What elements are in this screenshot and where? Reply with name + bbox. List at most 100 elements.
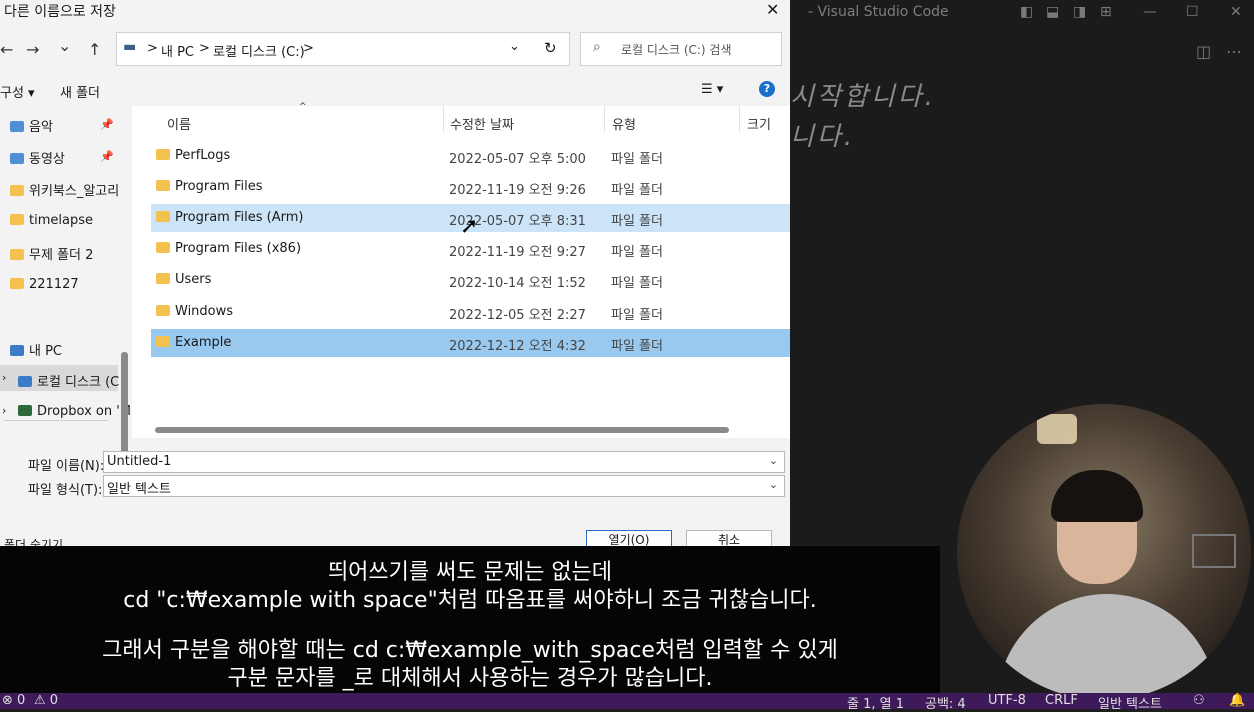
search-box[interactable]: ⌕ 로컬 디스크 (C:) 검색 [580,32,782,66]
breadcrumb-pc[interactable]: 내 PC [161,41,194,60]
column-header-type[interactable]: 유형 [612,114,636,133]
indentation[interactable]: 공백: 4 [925,693,966,712]
filetype-label: 파일 형식(T): [28,483,103,498]
column-divider [604,106,605,132]
breadcrumb-sep: > [303,41,314,56]
folder-icon [156,305,170,316]
layout-sidebar-icon[interactable]: ◧ [1020,4,1033,20]
folder-icon [156,273,170,284]
sidebar-divider [4,420,108,421]
folder-icon [10,278,24,289]
search-input[interactable]: 로컬 디스크 (C:) 검색 [621,41,732,58]
view-menu-icon[interactable]: ☰ ▾ [701,82,723,97]
forward-icon[interactable]: → [26,40,39,59]
music-folder-icon [10,121,24,132]
account-icon[interactable]: ⚇ [1193,693,1205,708]
subtitle-line-4: 구분 문자를 _로 대체해서 사용하는 경우가 많습니다. [227,666,713,691]
cursor-position[interactable]: 줄 1, 열 1 [847,693,904,712]
chevron-down-icon[interactable]: ⌄ [769,454,778,467]
back-icon[interactable]: ← [0,40,13,59]
warnings-count[interactable]: ⚠ 0 [34,693,58,708]
close-window-icon[interactable]: ✕ [1230,4,1242,20]
new-folder-button[interactable]: 새 폴더 [60,82,100,101]
layout-secondary-icon[interactable]: ◨ [1073,4,1086,20]
column-header-name[interactable]: 이름 [167,114,191,133]
pc-icon [10,345,24,356]
column-divider [739,106,740,132]
mouse-cursor-icon: ➚ [460,214,479,239]
customize-layout-icon[interactable]: ⊞ [1100,4,1112,20]
folder-icon [10,214,24,225]
filetype-select[interactable]: 일반 텍스트 ⌄ [103,475,785,497]
column-header-size[interactable]: 크기 [747,114,771,133]
expand-chevron-icon[interactable]: › [2,371,6,384]
editor-text-line-1: 시작합니다. [790,82,936,112]
webcam-overlay [957,404,1251,700]
sidebar-item-221127[interactable]: 221127 [10,277,79,292]
filename-label: 파일 이름(N): [28,459,105,474]
folder-icon [156,211,170,222]
sidebar-item-dropbox[interactable]: Dropbox on 'M [18,404,131,419]
encoding[interactable]: UTF-8 [988,693,1026,708]
table-row[interactable]: Example 2022-12-12 오전 4:32 파일 폴더 [151,329,790,357]
table-row[interactable]: Program Files (x86) 2022-11-19 오전 9:27 파일 … [151,235,790,263]
table-row[interactable]: PerfLogs 2022-05-07 오후 5:00 파일 폴더 [151,142,790,170]
file-list: 이름 ^ 수정한 날짜 유형 크기 PerfLogs 2022-05-07 오후 … [132,102,790,438]
more-actions-icon[interactable]: ⋯ [1226,42,1242,61]
address-dropdown-icon[interactable]: ⌄ [509,39,520,54]
folder-icon [156,180,170,191]
vscode-title: - Visual Studio Code [808,4,949,20]
language-mode[interactable]: 일반 텍스트 [1098,693,1162,712]
help-icon[interactable]: ? [759,81,775,97]
person-hair [1051,470,1143,522]
bell-icon[interactable]: 🔔 [1229,693,1245,708]
save-as-dialog: 다른 이름으로 저장 ✕ ← → ⌄ ↑ ▬ > 내 PC > 로컬 디스크 (… [0,0,790,552]
horizontal-scrollbar[interactable] [155,427,729,433]
expand-chevron-icon[interactable]: › [2,404,6,417]
layout-panel-icon[interactable]: ⬓ [1046,4,1059,20]
split-editor-icon[interactable]: ◫ [1196,42,1211,61]
refresh-icon[interactable]: ↻ [544,39,557,57]
column-divider [443,106,444,132]
maximize-icon[interactable]: ☐ [1186,4,1199,20]
navigation-pane: 음악 📌 동영상 📌 위키북스_알고리 timelapse 무제 폴더 2 22… [0,106,131,462]
wall-frame [1192,534,1236,568]
organize-menu[interactable]: 구성 ▾ [0,82,35,101]
drive-icon [18,376,32,387]
pin-icon: 📌 [100,150,114,163]
column-header-date[interactable]: 수정한 날짜 [450,114,514,133]
status-bar: ⊗ 0 ⚠ 0 줄 1, 열 1 공백: 4 UTF-8 CRLF 일반 텍스트… [0,693,1254,712]
video-folder-icon [10,153,24,164]
sidebar-item-local-disk[interactable]: 로컬 디스크 (C [18,371,119,390]
editor-text-line-2: 니다. [790,122,856,152]
folder-icon [10,185,24,196]
sidebar-item-timelapse[interactable]: timelapse [10,213,93,228]
recent-locations-icon[interactable]: ⌄ [58,36,71,55]
breadcrumb-drive[interactable]: 로컬 디스크 (C:) [213,41,305,60]
chevron-down-icon[interactable]: ⌄ [769,478,778,491]
minimize-icon[interactable]: — [1143,4,1157,20]
folder-icon [156,149,170,160]
address-bar[interactable]: ▬ > 내 PC > 로컬 디스크 (C:) > ⌄ ↻ [116,32,570,66]
line-ending[interactable]: CRLF [1045,693,1078,708]
sidebar-item-untitled-folder[interactable]: 무제 폴더 2 [10,244,93,263]
filename-field[interactable]: Untitled-1 ⌄ [103,451,785,473]
folder-icon [10,249,24,260]
sort-indicator-icon: ^ [299,102,307,112]
sidebar-item-videos[interactable]: 동영상 [10,148,65,167]
dialog-title: 다른 이름으로 저장 [4,4,116,20]
subtitle-box: 띄어쓰기를 써도 문제는 없는데 cd "c:₩example with spa… [0,546,940,693]
table-row[interactable]: Users 2022-10-14 오전 1:52 파일 폴더 [151,266,790,294]
folder-icon [156,336,170,347]
dialog-close-icon[interactable]: ✕ [766,0,779,19]
sidebar-item-wikibooks[interactable]: 위키북스_알고리 [10,180,119,199]
table-row[interactable]: Windows 2022-12-05 오전 2:27 파일 폴더 [151,298,790,326]
drive-icon [18,405,32,416]
up-icon[interactable]: ↑ [88,40,101,59]
table-row[interactable]: Program Files 2022-11-19 오전 9:26 파일 폴더 [151,173,790,201]
pin-icon: 📌 [100,118,114,131]
sidebar-scrollbar[interactable] [121,352,128,462]
sidebar-item-music[interactable]: 음악 [10,116,53,135]
sidebar-item-this-pc[interactable]: 내 PC [10,340,62,359]
errors-count[interactable]: ⊗ 0 [2,693,25,708]
